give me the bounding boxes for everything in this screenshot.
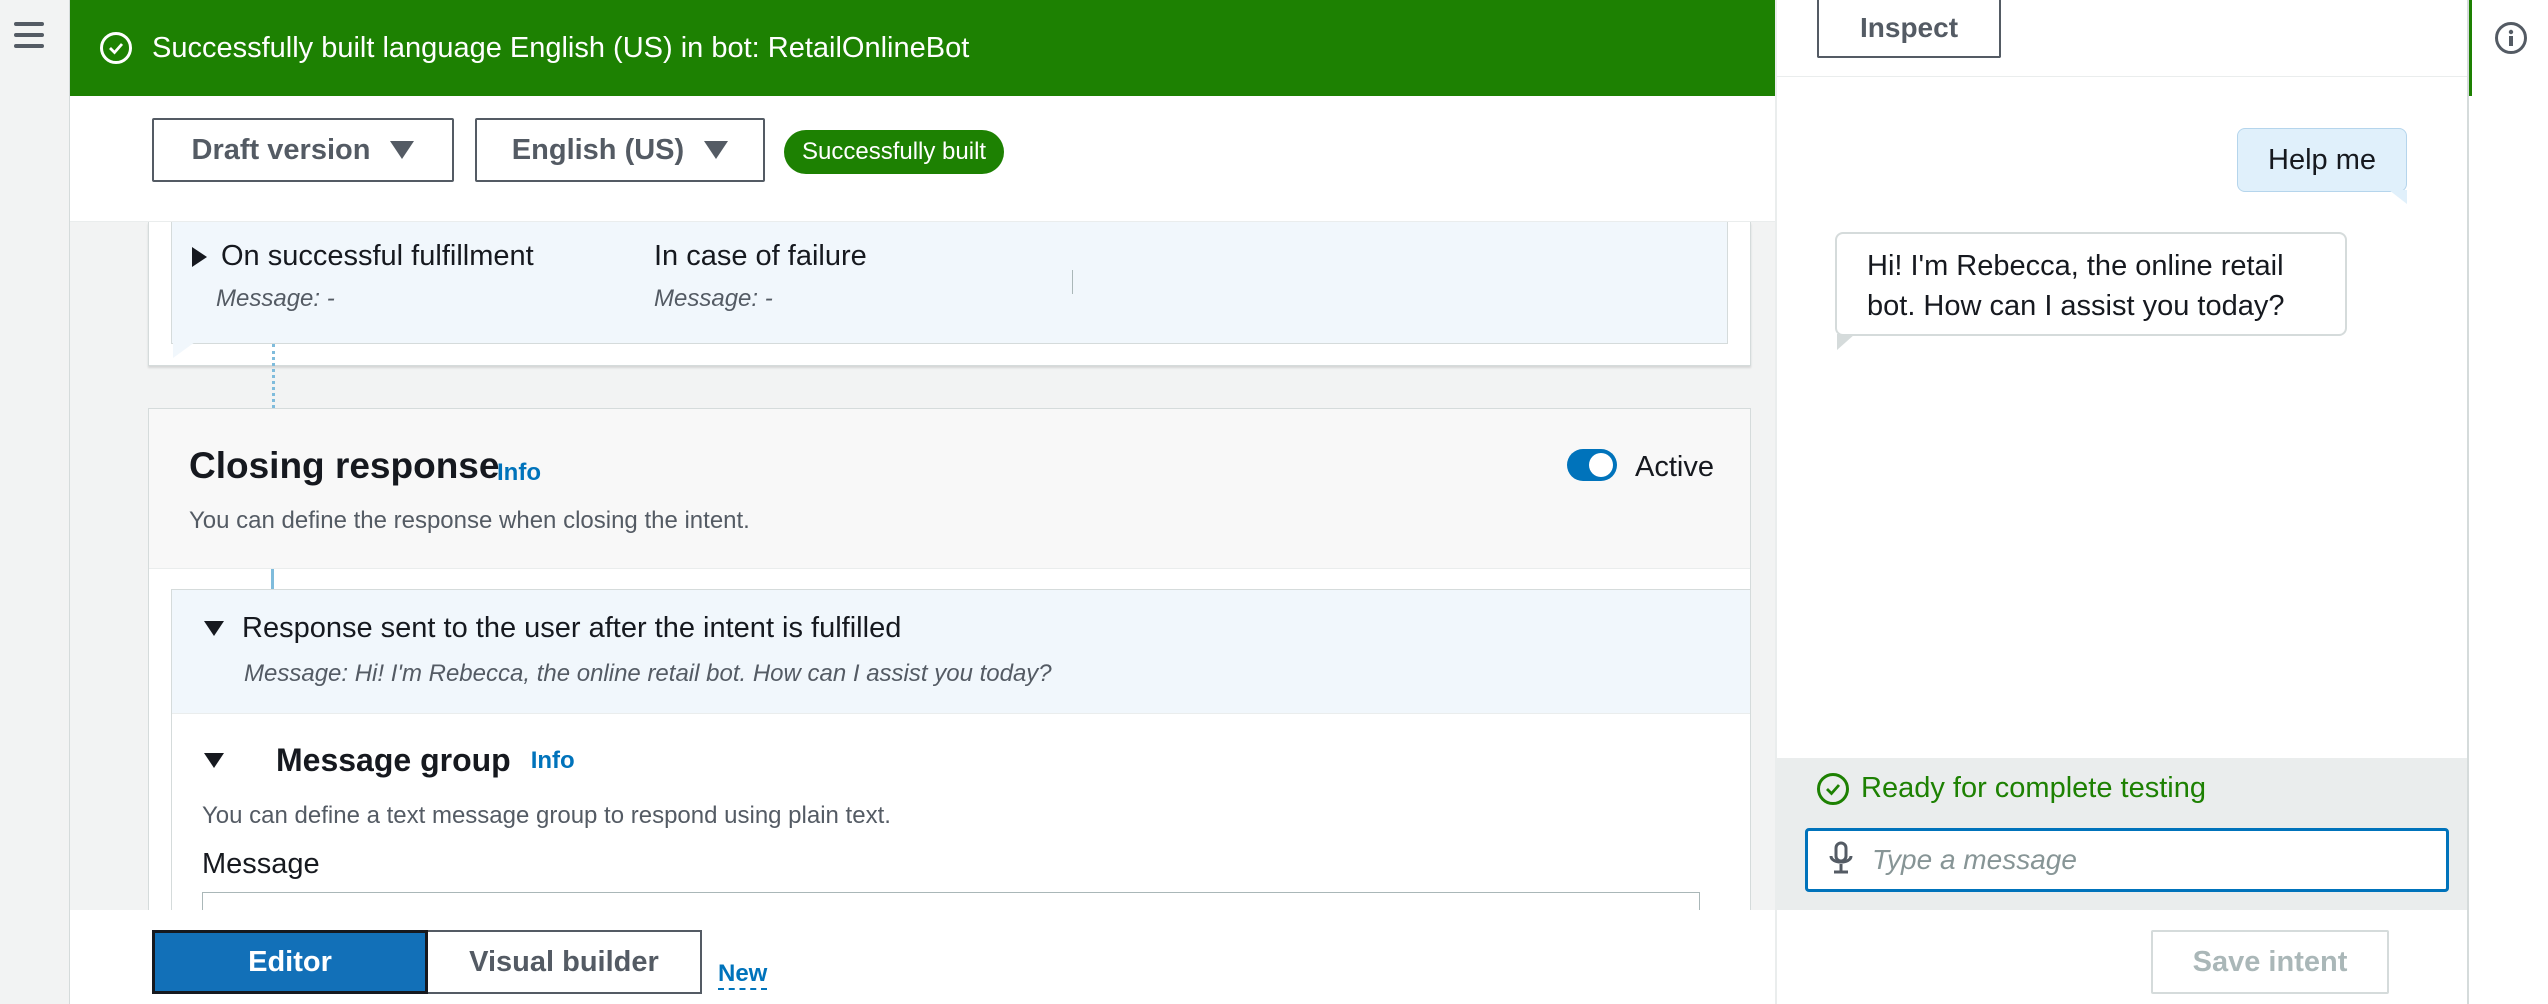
failure-fulfillment-message: Message: - <box>654 285 773 312</box>
new-badge-link[interactable]: New <box>718 960 768 990</box>
tab-editor[interactable]: Editor <box>152 930 428 994</box>
save-intent-button[interactable]: Save intent <box>2151 930 2389 994</box>
flash-message: Successfully built language English (US)… <box>152 31 970 64</box>
editor-scroll-area[interactable]: On successful fulfillment Message: - In … <box>70 222 1775 910</box>
tab-visual-builder[interactable]: Visual builder <box>428 930 702 994</box>
closing-response-title: Closing response <box>189 445 500 486</box>
version-dropdown-label: Draft version <box>191 133 371 166</box>
fulfillment-responses: On successful fulfillment Message: - In … <box>171 222 1728 344</box>
toggle-knob <box>1589 453 1613 477</box>
intent-editor: Successfully built language English (US)… <box>70 0 1775 1004</box>
closing-response-card: Closing response Info You can define the… <box>148 408 1751 910</box>
message-group-header[interactable]: Message group Info <box>204 742 575 779</box>
closing-response-info-link[interactable]: Info <box>497 459 541 487</box>
left-navigation-rail <box>0 0 70 1004</box>
chat-input-box[interactable] <box>1805 828 2449 892</box>
column-divider <box>1072 270 1073 294</box>
info-circle-icon[interactable] <box>2495 22 2527 54</box>
test-status-label: Ready for complete testing <box>1861 772 2206 804</box>
caret-down-icon <box>704 141 729 159</box>
test-chat-panel: Inspect Help me Hi! I'm Rebecca, the onl… <box>1775 0 2469 1004</box>
caret-down-icon <box>390 141 415 159</box>
editor-mode-bar: Editor Visual builder New <box>70 910 1775 1004</box>
success-fulfillment[interactable]: On successful fulfillment Message: - <box>192 240 534 313</box>
message-label: Message <box>202 848 320 880</box>
speech-tail <box>1837 334 1855 350</box>
flow-connector <box>272 344 275 408</box>
message-field[interactable] <box>202 892 1700 910</box>
failure-fulfillment-title: In case of failure <box>654 240 867 272</box>
active-toggle-label: Active <box>1635 451 1714 483</box>
active-toggle[interactable] <box>1567 449 1617 481</box>
flow-connector <box>271 569 274 589</box>
message-group-info-link[interactable]: Info <box>531 747 575 775</box>
closing-response-block: Response sent to the user after the inte… <box>171 589 1751 910</box>
speech-tail <box>173 342 195 358</box>
test-panel-header: Inspect <box>1777 0 2469 77</box>
user-message-bubble: Help me <box>2237 128 2407 192</box>
check-circle-icon <box>100 32 132 64</box>
message-group-title: Message group <box>276 742 511 778</box>
version-bar: Draft version English (US) Successfully … <box>70 96 1775 222</box>
build-status-badge: Successfully built <box>784 130 1005 174</box>
flash-edge <box>2469 0 2472 96</box>
caret-right-icon[interactable] <box>192 246 207 267</box>
message-group-description: You can define a text message group to r… <box>202 802 891 829</box>
help-rail <box>2467 0 2548 1004</box>
speech-tail <box>2389 190 2407 204</box>
closing-response-description: You can define the response when closing… <box>189 507 750 534</box>
response-title: Response sent to the user after the inte… <box>242 612 902 644</box>
hamburger-icon[interactable] <box>14 22 44 48</box>
fulfillment-card: On successful fulfillment Message: - In … <box>148 222 1751 366</box>
bot-message-bubble: Hi! I'm Rebecca, the online retail bot. … <box>1835 232 2347 336</box>
test-status: Ready for complete testing <box>1817 772 2206 805</box>
microphone-icon[interactable] <box>1828 841 1854 880</box>
language-dropdown[interactable]: English (US) <box>475 118 765 182</box>
caret-down-icon[interactable] <box>204 621 224 636</box>
response-message-preview: Message: Hi! I'm Rebecca, the online ret… <box>244 660 1052 687</box>
success-flash-banner: Successfully built language English (US)… <box>70 0 1775 96</box>
check-circle-icon <box>1817 772 1849 805</box>
failure-fulfillment: In case of failure Message: - <box>654 240 867 313</box>
language-dropdown-label: English (US) <box>511 133 685 166</box>
success-fulfillment-title: On successful fulfillment <box>221 240 534 272</box>
closing-response-summary[interactable]: Response sent to the user after the inte… <box>172 590 1750 714</box>
closing-response-header: Closing response Info You can define the… <box>149 409 1750 569</box>
chat-message-input[interactable] <box>1872 844 2432 876</box>
caret-down-icon[interactable] <box>204 753 224 768</box>
version-dropdown[interactable]: Draft version <box>152 118 454 182</box>
inspect-button[interactable]: Inspect <box>1817 0 2001 58</box>
success-fulfillment-message: Message: - <box>216 285 335 312</box>
test-panel-footer: Ready for complete testing <box>1777 758 2469 910</box>
